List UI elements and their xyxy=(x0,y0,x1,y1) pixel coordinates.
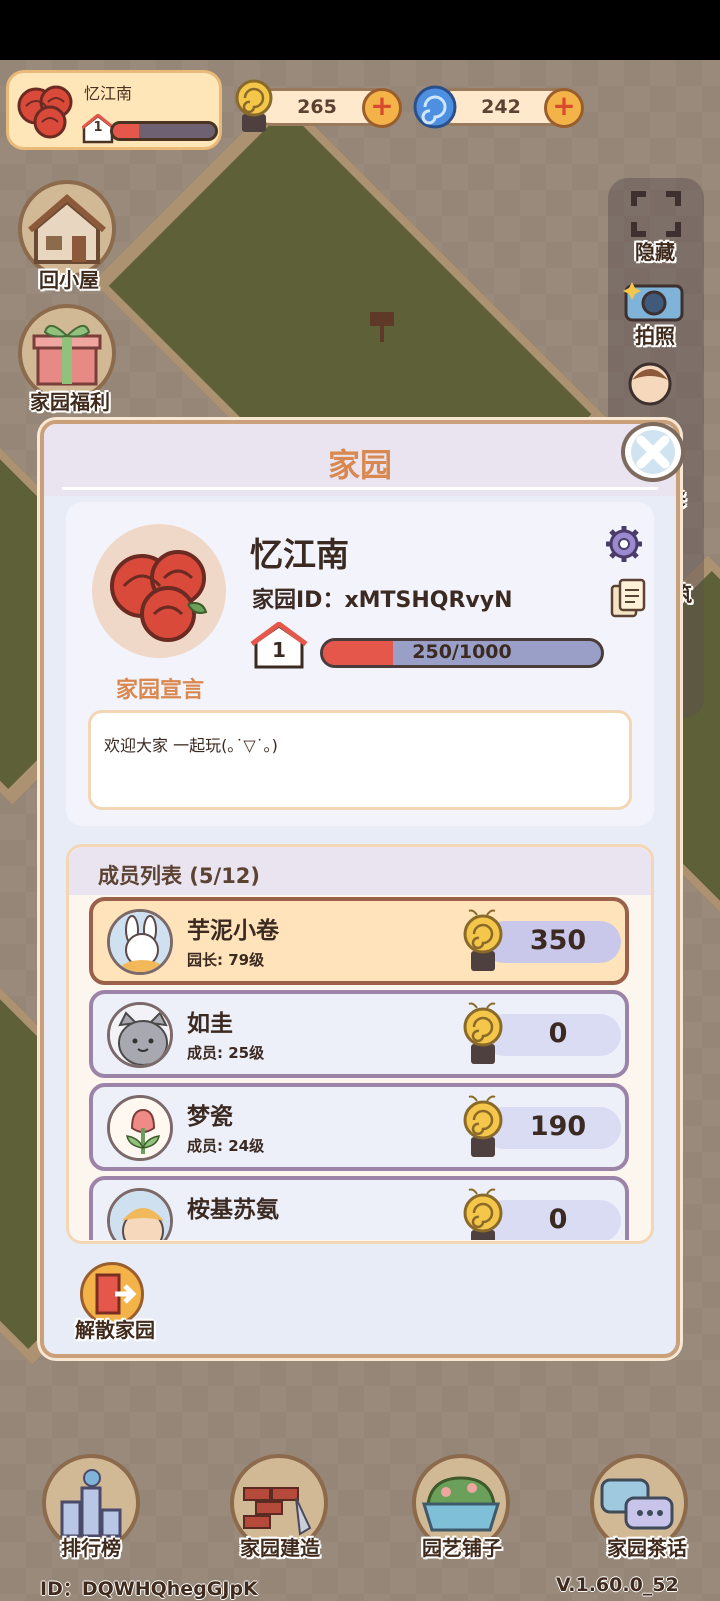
home-avatar xyxy=(92,524,226,658)
close-icon xyxy=(631,430,675,474)
snail-trophy-icon xyxy=(235,79,273,132)
status-bar xyxy=(0,0,720,60)
member-name: 梦瓷 xyxy=(187,1104,233,1130)
camera-icon[interactable] xyxy=(622,278,686,322)
member-row[interactable]: 如圭成员: 25级 0 xyxy=(89,990,629,1078)
home-id: 家园ID：xMTSHQRvyN xyxy=(252,588,513,613)
member-avatar xyxy=(107,1002,173,1068)
rose-avatar-icon xyxy=(17,85,73,139)
add-snail-currency-button[interactable]: + xyxy=(362,88,402,128)
gear-icon[interactable] xyxy=(604,524,644,564)
blue-swirl-icon xyxy=(413,85,457,129)
member-name: 桉基苏氨 xyxy=(187,1197,279,1223)
character-icon[interactable] xyxy=(626,360,674,408)
player-name: 忆江南 xyxy=(84,84,133,103)
member-score: 350 xyxy=(529,925,587,956)
disband-home-label[interactable]: 解散家园 xyxy=(60,1314,170,1343)
back-to-cabin-label: 回小屋 xyxy=(39,268,99,292)
member-role: 园长: 79级 xyxy=(187,951,265,969)
copy-icon[interactable] xyxy=(610,578,646,618)
frame-corners-icon[interactable] xyxy=(630,190,682,238)
header-divider xyxy=(62,487,658,490)
home-chat-label[interactable]: 家园茶话 xyxy=(586,1532,708,1561)
home-welfare-label: 家园福利 xyxy=(30,390,110,414)
members-list[interactable]: 芋泥小卷园长: 79级 350 如圭成员: 25级 0 梦瓷成员: 24级 190 桉基苏氨… xyxy=(69,895,651,1240)
member-row[interactable]: 梦瓷成员: 24级 190 xyxy=(89,1083,629,1171)
leaderboard-label[interactable]: 排行榜 xyxy=(38,1532,144,1561)
member-row[interactable]: 桉基苏氨 0 xyxy=(89,1176,629,1240)
close-button[interactable] xyxy=(621,422,685,482)
hide-ui-label[interactable]: 隐藏 xyxy=(612,236,698,265)
declaration-label: 家园宣言 xyxy=(115,678,204,703)
member-avatar xyxy=(107,909,173,975)
member-avatar xyxy=(107,1095,173,1161)
home-exp-text: 250/1000 xyxy=(412,641,512,663)
members-title: 成员列表 (5/12) xyxy=(98,864,261,888)
member-score: 0 xyxy=(548,1204,568,1235)
swirl-currency-value: 242 xyxy=(481,96,521,118)
gift-box-icon xyxy=(32,325,102,386)
add-swirl-currency-button[interactable]: + xyxy=(544,88,584,128)
house-icon xyxy=(28,194,106,264)
snail-currency-value: 265 xyxy=(297,96,337,118)
member-name: 如圭 xyxy=(187,1011,233,1037)
member-row[interactable]: 芋泥小卷园长: 79级 350 xyxy=(89,897,629,985)
player-level-progress xyxy=(110,121,218,141)
home-level: 1 xyxy=(272,638,286,662)
member-role: 成员: 25级 xyxy=(187,1044,265,1062)
member-score: 0 xyxy=(548,1018,568,1049)
member-score: 190 xyxy=(529,1111,587,1142)
rose-avatar-icon xyxy=(110,550,208,642)
home-name: 忆江南 xyxy=(250,535,349,574)
photo-label[interactable]: 拍照 xyxy=(612,320,698,349)
home-build-label[interactable]: 家园建造 xyxy=(222,1532,338,1561)
declaration-box[interactable] xyxy=(88,710,632,810)
app-version: V.1.60.0_52 xyxy=(556,1574,679,1596)
gardening-shop-label[interactable]: 园艺铺子 xyxy=(406,1532,518,1561)
member-avatar xyxy=(107,1188,173,1240)
modal-title: 家园 xyxy=(327,446,392,484)
declaration-text: 欢迎大家 一起玩(｡˙▽˙｡) xyxy=(104,736,278,755)
player-id: ID：DQWHQhegGJpK xyxy=(40,1578,258,1600)
member-role: 成员: 24级 xyxy=(187,1137,265,1155)
member-name: 芋泥小卷 xyxy=(187,918,279,944)
